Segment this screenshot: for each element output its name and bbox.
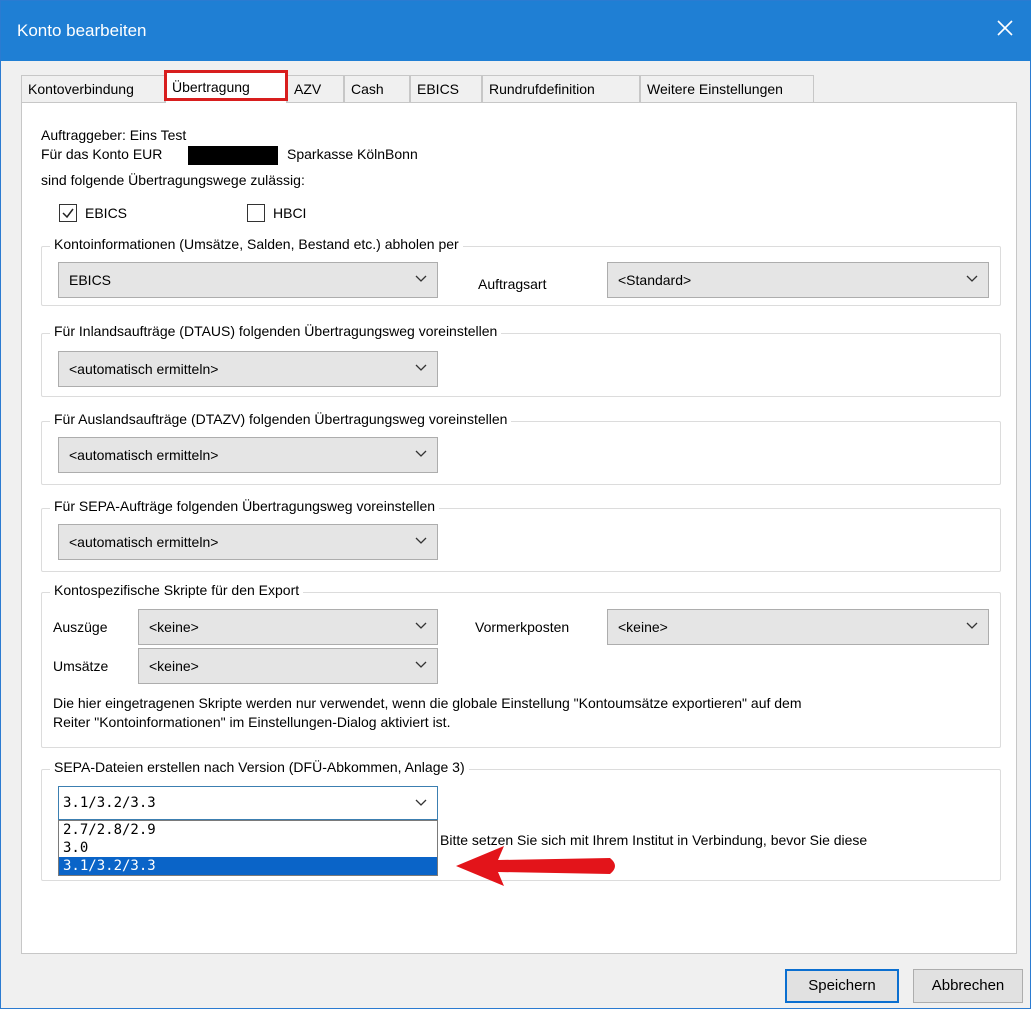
auszuege-select[interactable]: <keine>: [138, 609, 438, 645]
chevron-down-icon: [415, 450, 427, 457]
select-value: <keine>: [149, 658, 199, 674]
sepa-version-select[interactable]: 3.1/3.2/3.3: [58, 786, 438, 820]
dropdown-option[interactable]: 2.7/2.8/2.9: [59, 821, 437, 839]
checkmark-icon: [62, 208, 74, 219]
bank-name-text: Sparkasse KölnBonn: [287, 146, 418, 162]
save-button[interactable]: Speichern: [785, 969, 899, 1003]
ausland-legend: Für Auslandsaufträge (DTAZV) folgenden Ü…: [50, 411, 512, 427]
redacted-account-number: [188, 146, 278, 165]
tab-label: Übertragung: [172, 79, 250, 95]
close-icon[interactable]: [992, 15, 1018, 41]
chevron-down-icon: [415, 622, 427, 629]
chevron-down-icon: [415, 537, 427, 544]
tab-label: Weitere Einstellungen: [647, 81, 783, 97]
sepa-weg-select[interactable]: <automatisch ermitteln>: [58, 524, 438, 560]
tab-label: Kontoverbindung: [28, 81, 134, 97]
dropdown-option[interactable]: 3.0: [59, 839, 437, 857]
vormerkposten-select[interactable]: <keine>: [607, 609, 989, 645]
sepa-version-dropdown-list: 2.7/2.8/2.9 3.0 3.1/3.2/3.3: [58, 820, 438, 876]
select-value: <keine>: [149, 619, 199, 635]
ebics-checkbox[interactable]: [59, 204, 77, 222]
select-value: EBICS: [69, 272, 112, 288]
tab-label: AZV: [294, 81, 322, 97]
inland-legend: Für Inlandsaufträge (DTAUS) folgenden Üb…: [50, 323, 502, 339]
chevron-down-icon: [415, 364, 427, 371]
select-value: 3.1/3.2/3.3: [63, 795, 156, 811]
dropdown-option-selected[interactable]: 3.1/3.2/3.3: [59, 857, 437, 875]
window-title: Konto bearbeiten: [17, 21, 147, 40]
ausland-select[interactable]: <automatisch ermitteln>: [58, 437, 438, 473]
tab-azv[interactable]: AZV: [287, 75, 344, 103]
umsaetze-label: Umsätze: [53, 658, 109, 674]
tab-uebertragung[interactable]: Übertragung: [164, 70, 288, 103]
cancel-button[interactable]: Abbrechen: [913, 969, 1023, 1003]
auszuege-label: Auszüge: [53, 619, 108, 635]
tab-rundrufdefinition[interactable]: Rundrufdefinition: [482, 75, 640, 103]
dialog-window: Konto bearbeiten Kontoverbindung Übertra…: [0, 0, 1031, 1009]
select-value: <automatisch ermitteln>: [69, 361, 219, 377]
inland-select[interactable]: <automatisch ermitteln>: [58, 351, 438, 387]
auftraggeber-text: Auftraggeber: Eins Test: [41, 127, 187, 143]
red-arrow-annotation: [456, 846, 615, 886]
konto-prefix-text: Für das Konto EUR: [41, 146, 163, 162]
tab-ebics[interactable]: EBICS: [410, 75, 482, 103]
title-bar: Konto bearbeiten: [1, 1, 1031, 61]
sepa-weg-legend: Für SEPA-Aufträge folgenden Übertragungs…: [50, 498, 440, 514]
tab-label: Cash: [351, 81, 384, 97]
chevron-down-icon: [966, 275, 978, 282]
tab-kontoverbindung[interactable]: Kontoverbindung: [21, 75, 165, 103]
skripte-legend: Kontospezifische Skripte für den Export: [50, 582, 304, 598]
select-value: <Standard>: [618, 272, 692, 288]
skripte-note-line2: Reiter "Kontoinformationen" im Einstellu…: [53, 714, 451, 730]
hbci-checkbox[interactable]: [247, 204, 265, 222]
chevron-down-icon: [415, 661, 427, 668]
chevron-down-icon: [966, 622, 978, 629]
vormerkposten-label: Vormerkposten: [475, 619, 570, 635]
ebics-checkbox-label: EBICS: [85, 205, 128, 221]
hbci-checkbox-label: HBCI: [273, 205, 307, 221]
select-value: <keine>: [618, 619, 668, 635]
select-value: <automatisch ermitteln>: [69, 447, 219, 463]
skripte-note-line1: Die hier eingetragenen Skripte werden nu…: [53, 695, 802, 711]
tab-cash[interactable]: Cash: [344, 75, 410, 103]
select-value: <automatisch ermitteln>: [69, 534, 219, 550]
kontoinformationen-method-select[interactable]: EBICS: [58, 262, 438, 298]
auftragsart-label: Auftragsart: [478, 276, 547, 292]
tab-label: Rundrufdefinition: [489, 81, 595, 97]
tab-label: EBICS: [417, 81, 460, 97]
kontoinformationen-legend: Kontoinformationen (Umsätze, Salden, Bes…: [50, 236, 463, 252]
paths-allowed-text: sind folgende Übertragungswege zulässig:: [41, 172, 305, 188]
chevron-down-icon: [415, 275, 427, 282]
sepa-version-legend: SEPA-Dateien erstellen nach Version (DFÜ…: [50, 759, 469, 775]
tab-weitere-einstellungen[interactable]: Weitere Einstellungen: [640, 75, 814, 103]
chevron-down-icon: [415, 799, 427, 806]
tab-panel-uebertragung: Auftraggeber: Eins Test Für das Konto EU…: [21, 102, 1017, 954]
auftragsart-select[interactable]: <Standard>: [607, 262, 989, 298]
umsaetze-select[interactable]: <keine>: [138, 648, 438, 684]
